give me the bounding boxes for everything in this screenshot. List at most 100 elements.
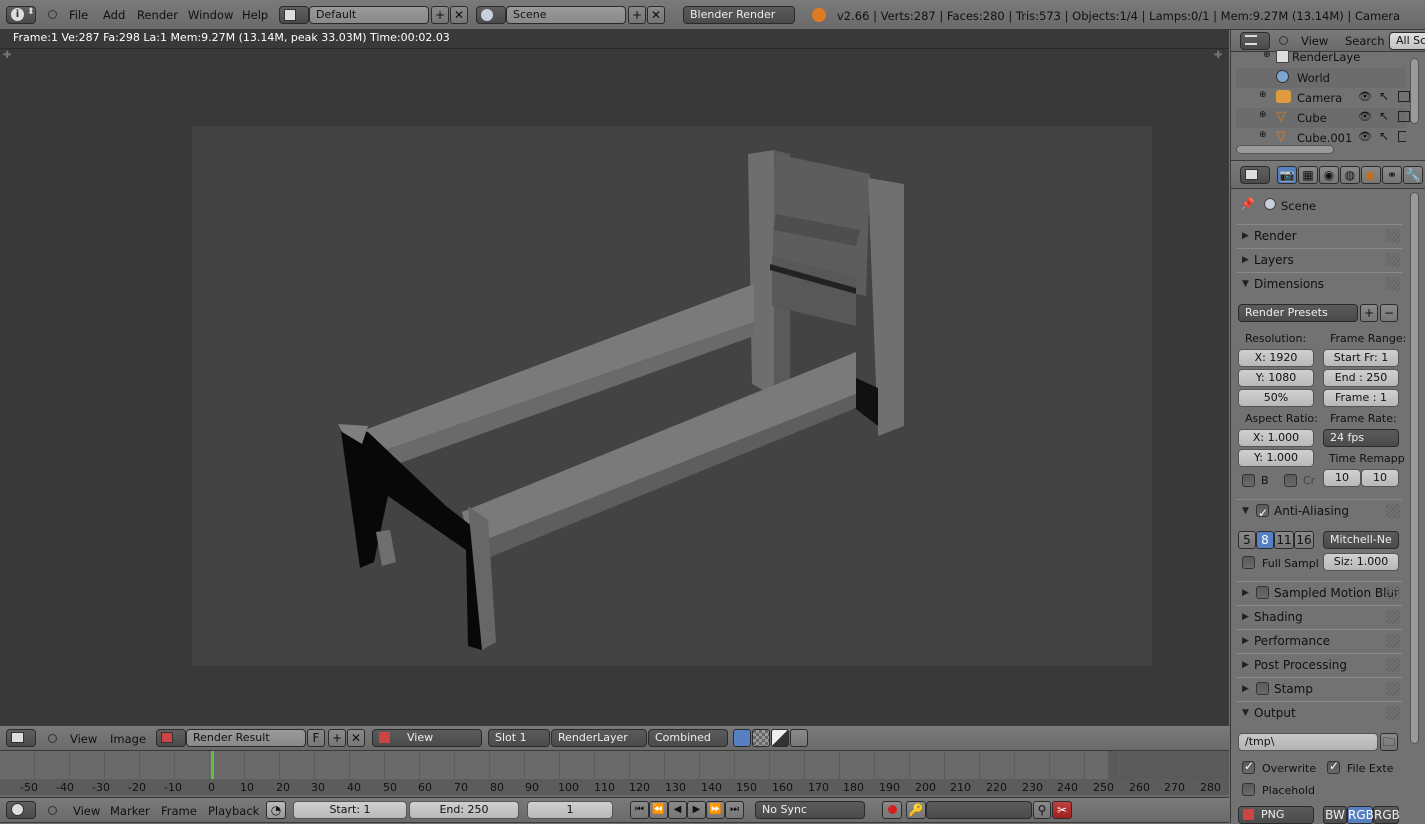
copy-image-button[interactable] [790, 729, 808, 747]
jump-keyframe-forward-button[interactable]: ⏩ [706, 801, 725, 819]
menu-window[interactable]: Window [188, 8, 233, 22]
tab-render[interactable]: 📷 [1277, 166, 1297, 184]
file-extension-checkbox[interactable] [1327, 759, 1340, 774]
layout-name-field[interactable]: Default [309, 6, 429, 24]
tab-constraints[interactable]: ⚭ [1382, 166, 1402, 184]
menu-view[interactable]: View [70, 732, 97, 746]
border-checkbox[interactable] [1242, 474, 1255, 487]
fake-user-button[interactable]: F [307, 729, 325, 747]
grip-icon[interactable] [1386, 586, 1400, 600]
menu-help[interactable]: Help [242, 8, 268, 22]
placeholders-checkbox[interactable] [1242, 783, 1255, 796]
expand-icon[interactable]: ⊕ [1263, 50, 1271, 60]
image-editor-viewport[interactable]: Frame:1 Ve:287 Fa:298 La:1 Mem:9.27M (13… [0, 30, 1229, 725]
aspect-x-field[interactable]: X: 1.000 [1238, 429, 1314, 447]
render-pass-select[interactable]: Combined [648, 729, 728, 747]
menu-frame[interactable]: Frame [161, 804, 197, 818]
panel-shading[interactable]: ▶ Shading [1236, 605, 1402, 627]
jump-keyframe-back-button[interactable]: ⏪ [649, 801, 668, 819]
render-toggle-icon[interactable] [1398, 111, 1410, 122]
grip-icon[interactable] [1386, 610, 1400, 624]
time-remap-old-field[interactable]: 10 [1323, 469, 1361, 487]
panel-output[interactable]: ▼ Output [1236, 701, 1402, 723]
start-frame-field[interactable]: Start Fr: 1 [1323, 349, 1399, 367]
image-browse-button[interactable] [156, 729, 186, 747]
outliner-row-cube001[interactable]: ⊕ ▽ Cube.001 👁 ↖ [1236, 128, 1406, 142]
eye-icon[interactable]: 👁 [1358, 130, 1372, 142]
current-frame-marker[interactable] [211, 751, 214, 779]
properties-scrollbar[interactable] [1410, 192, 1419, 744]
outliner-v-scrollbar[interactable] [1410, 58, 1419, 124]
render-toggle-icon[interactable] [1398, 131, 1406, 142]
remove-layout-button[interactable]: ✕ [450, 6, 468, 24]
panel-sampled-motion-blur[interactable]: ▶ Sampled Motion Blur [1236, 581, 1402, 603]
browse-folder-button[interactable]: 🗀 [1380, 733, 1398, 751]
overwrite-checkbox[interactable] [1242, 759, 1255, 774]
collapse-menu-icon[interactable] [48, 734, 57, 743]
cursor-icon[interactable]: ↖ [1379, 89, 1389, 103]
grip-icon[interactable] [1386, 706, 1400, 720]
grip-icon[interactable] [1386, 277, 1400, 291]
aa-samples-5[interactable]: 5 [1238, 531, 1256, 549]
aa-filter-select[interactable]: Mitchell-Ne [1323, 531, 1399, 549]
tab-scene[interactable]: ◉ [1319, 166, 1339, 184]
scene-selector[interactable] [476, 6, 506, 24]
panel-dimensions[interactable]: ▼ Dimensions [1236, 272, 1402, 294]
add-scene-button[interactable]: + [628, 6, 646, 24]
resolution-percent-field[interactable]: 50% [1238, 389, 1314, 407]
play-reverse-button[interactable]: ◀ [668, 801, 687, 819]
image-editor-type-button[interactable] [6, 729, 36, 747]
menu-marker[interactable]: Marker [110, 804, 150, 818]
outliner-row-renderlayers[interactable]: ⊕ RenderLaye [1236, 48, 1406, 68]
outliner-row-camera[interactable]: ⊕ Camera 👁 ↖ [1236, 88, 1410, 108]
eye-icon[interactable]: 👁 [1358, 90, 1372, 103]
info-editor-type-button[interactable]: i ⬍ [6, 6, 36, 24]
motion-blur-checkbox[interactable] [1256, 586, 1269, 599]
collapse-menu-icon[interactable] [48, 806, 57, 815]
panel-stamp[interactable]: ▶ Stamp [1236, 677, 1402, 699]
unlink-image-button[interactable]: ✕ [347, 729, 365, 747]
time-remap-new-field[interactable]: 10 [1361, 469, 1399, 487]
start-frame-field[interactable]: Start: 1 [293, 801, 407, 819]
menu-search[interactable]: Search [1345, 34, 1385, 48]
end-frame-field[interactable]: End : 250 [1323, 369, 1399, 387]
preview-range-button[interactable]: ◔ [266, 801, 286, 819]
outliner-row-world[interactable]: World [1236, 68, 1406, 88]
display-channels-button[interactable] [733, 729, 751, 747]
expand-icon[interactable]: ⊕ [1259, 110, 1267, 120]
view-mode-select[interactable]: View [372, 729, 482, 747]
corner-plus-icon[interactable]: ✚ [1214, 50, 1222, 61]
frame-step-field[interactable]: Frame : 1 [1323, 389, 1399, 407]
tab-world[interactable]: ◍ [1340, 166, 1360, 184]
sync-mode-select[interactable]: No Sync [755, 801, 865, 819]
full-sample-checkbox[interactable] [1242, 556, 1255, 569]
collapse-menu-icon[interactable] [48, 10, 57, 19]
screen-layout-selector[interactable] [279, 6, 309, 24]
anti-aliasing-checkbox[interactable] [1256, 502, 1269, 524]
add-preset-button[interactable]: + [1360, 304, 1378, 322]
render-layer-select[interactable]: RenderLayer [551, 729, 647, 747]
keying-set-button[interactable]: 🔑 [906, 801, 926, 819]
aspect-y-field[interactable]: Y: 1.000 [1238, 449, 1314, 467]
panel-post-processing[interactable]: ▶ Post Processing [1236, 653, 1402, 675]
menu-render[interactable]: Render [137, 8, 178, 22]
menu-view[interactable]: View [1301, 34, 1328, 48]
aa-samples-16[interactable]: 16 [1294, 531, 1314, 549]
remove-preset-button[interactable]: − [1380, 304, 1398, 322]
panel-anti-aliasing[interactable]: ▼Anti-Aliasing [1236, 499, 1402, 524]
grip-icon[interactable] [1386, 682, 1400, 696]
keying-set-field[interactable] [926, 801, 1032, 819]
expand-icon[interactable]: ⊕ [1259, 90, 1267, 100]
aa-samples-11[interactable]: 11 [1274, 531, 1294, 549]
alpha-channel-button[interactable] [752, 729, 770, 747]
panel-render[interactable]: ▶ Render [1236, 224, 1402, 246]
delete-keyframe-button[interactable]: ✂ [1052, 801, 1072, 819]
frame-rate-select[interactable]: 24 fps [1323, 429, 1399, 447]
grip-icon[interactable] [1386, 504, 1400, 518]
crop-checkbox[interactable] [1284, 474, 1297, 487]
aa-samples-8[interactable]: 8 [1256, 531, 1274, 549]
properties-editor-type-button[interactable] [1240, 166, 1270, 184]
grip-icon[interactable] [1386, 229, 1400, 243]
new-image-button[interactable]: + [328, 729, 346, 747]
outliner-row-cube[interactable]: ⊕ ▽ Cube 👁 ↖ [1236, 108, 1410, 128]
